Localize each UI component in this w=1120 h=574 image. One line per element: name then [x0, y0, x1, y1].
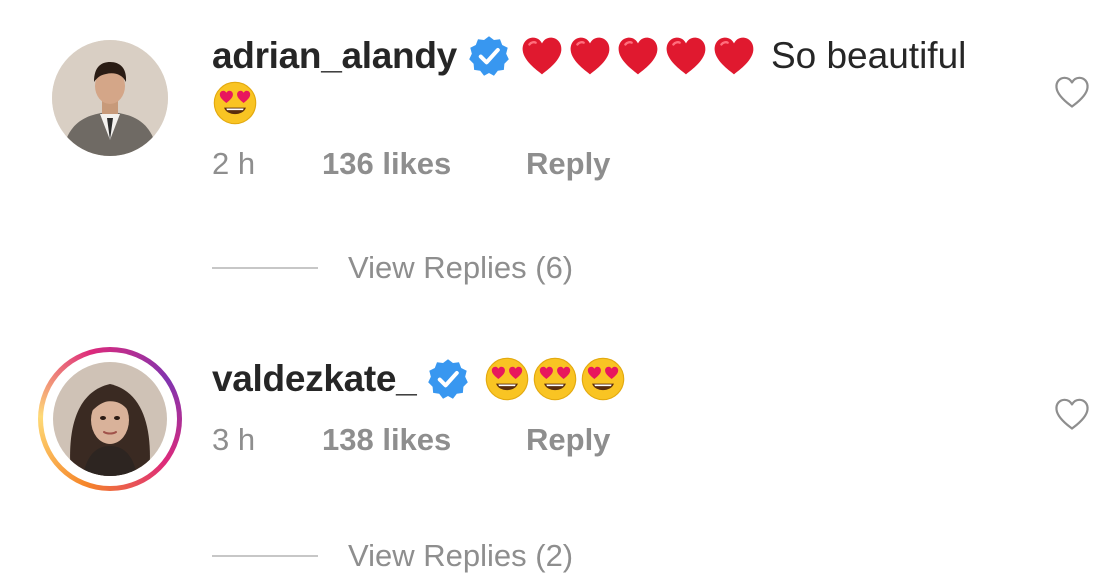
- divider: [212, 555, 318, 557]
- avatar[interactable]: [52, 40, 168, 156]
- avatar[interactable]: [53, 362, 167, 476]
- emoji-group: [212, 80, 258, 131]
- view-replies-button[interactable]: View Replies (6): [212, 250, 573, 286]
- view-replies-label: View Replies (2): [348, 538, 574, 573]
- username-link[interactable]: adrian_alandy: [212, 34, 457, 78]
- view-replies-label: View Replies (6): [348, 250, 574, 285]
- avatar-photo: [52, 40, 168, 156]
- verified-badge-icon: [426, 357, 470, 401]
- timestamp: 3 h: [212, 422, 256, 457]
- comment-meta: 3 h 138 likes Reply: [212, 422, 610, 458]
- reply-button[interactable]: Reply: [526, 146, 610, 182]
- heart-eyes-emoji-icon: [212, 80, 258, 126]
- heart-eyes-emoji-icon: [580, 356, 626, 402]
- avatar-photo: [53, 362, 167, 476]
- comment-line: adrian_alandy So beautiful: [212, 33, 966, 79]
- username-link[interactable]: valdezkate_: [212, 357, 417, 401]
- heart-eyes-emoji-icon: [484, 356, 530, 402]
- red-heart-icon: [519, 33, 565, 79]
- red-heart-icon: [567, 33, 613, 79]
- reply-button[interactable]: Reply: [526, 422, 610, 458]
- red-heart-icon: [615, 33, 661, 79]
- emoji-group: [484, 356, 626, 402]
- likes-count[interactable]: 138 likes: [322, 422, 526, 458]
- heart-eyes-emoji-icon: [532, 356, 578, 402]
- view-replies-button[interactable]: View Replies (2): [212, 538, 573, 574]
- comment-text: So beautiful: [770, 35, 967, 76]
- red-heart-icon: [711, 33, 757, 79]
- comment-line: valdezkate_: [212, 356, 626, 402]
- verified-badge-icon: [467, 34, 511, 78]
- emoji-group: [519, 33, 757, 79]
- timestamp: 2 h: [212, 146, 256, 181]
- comment-meta: 2 h 136 likes Reply: [212, 146, 610, 182]
- like-heart-icon[interactable]: [1052, 394, 1092, 434]
- like-heart-icon[interactable]: [1052, 72, 1092, 112]
- divider: [212, 267, 318, 269]
- red-heart-icon: [663, 33, 709, 79]
- likes-count[interactable]: 136 likes: [322, 146, 526, 182]
